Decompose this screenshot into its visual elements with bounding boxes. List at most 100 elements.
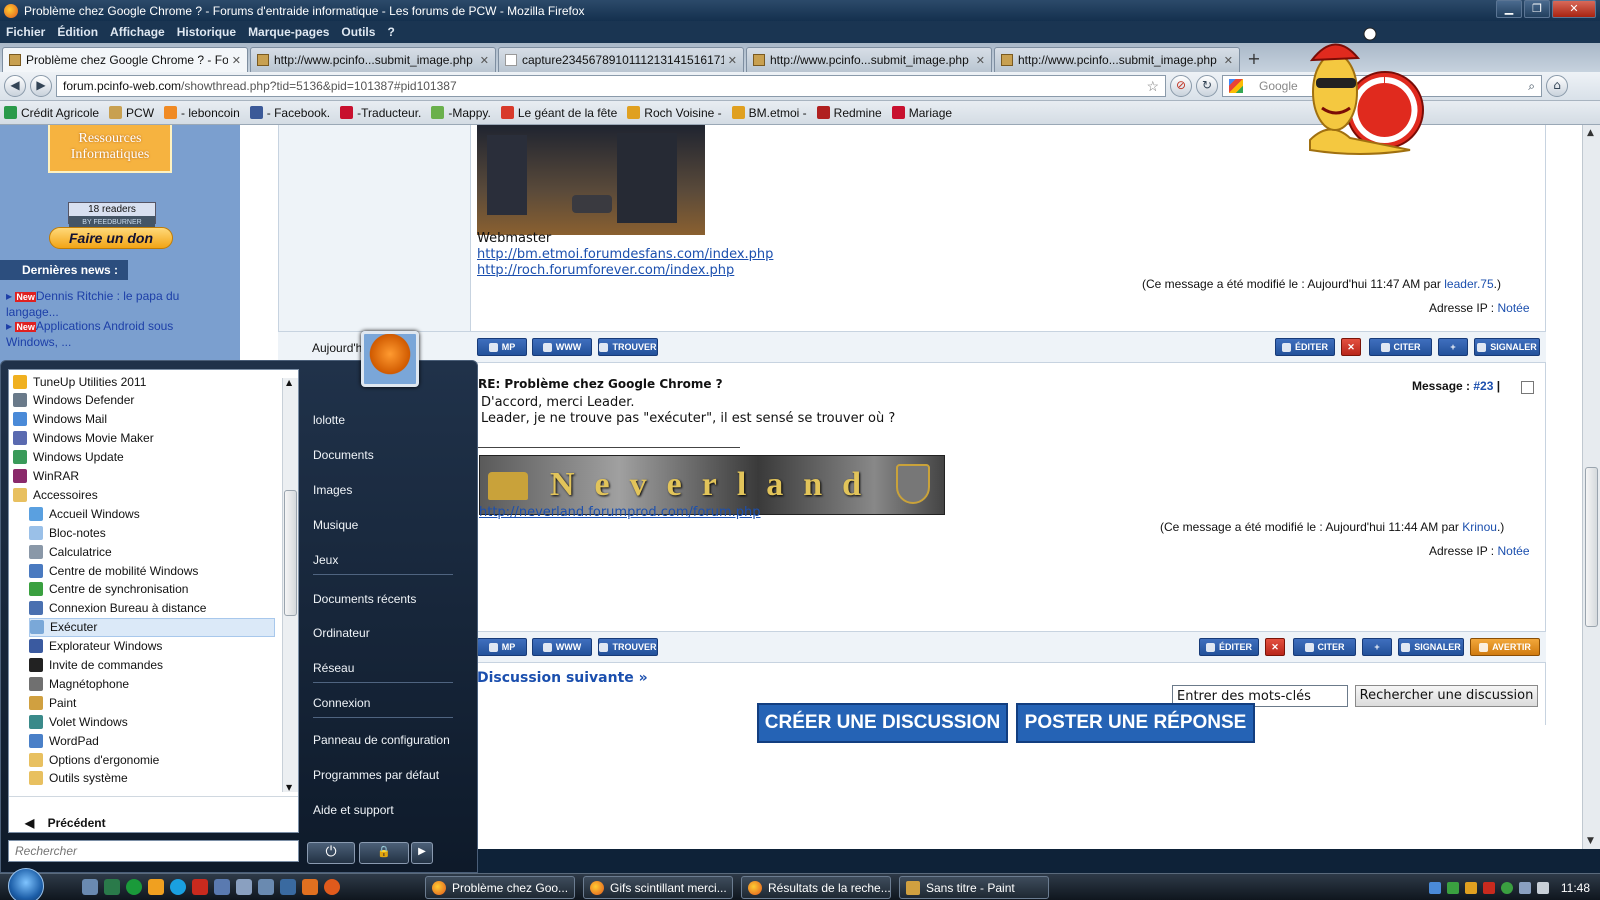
programs-scroll-thumb[interactable] [284,490,297,616]
bookmark-star-icon[interactable]: ☆ [1146,78,1159,95]
user-avatar[interactable] [361,331,419,387]
scroll-down-arrow-icon[interactable]: ▼ [286,783,292,792]
menu-fichier[interactable]: Fichier [6,25,45,39]
quicklaunch-icon[interactable] [258,879,274,895]
taskbar-clock[interactable]: 11:48 [1561,881,1590,895]
tray-icon[interactable] [1482,881,1495,894]
quicklaunch-icon[interactable] [148,879,164,895]
www-button[interactable]: WWW [532,338,592,356]
menu-outils[interactable]: Outils [341,25,375,39]
tray-icon[interactable] [1446,881,1459,894]
program-item[interactable]: Options d'ergonomie [29,750,275,769]
quicklaunch-icon[interactable] [280,879,296,895]
create-discussion-button[interactable]: CRÉER UNE DISCUSSION [757,703,1008,743]
start-right-item[interactable]: Documents [313,448,374,462]
signaler-button[interactable]: SIGNALER [1398,638,1464,656]
start-search-input[interactable] [8,840,299,862]
back-previous-button[interactable]: ◀ Précédent [25,816,106,830]
quicklaunch-icon[interactable] [126,879,142,895]
bookmark-item[interactable]: Redmine [816,106,882,120]
start-right-item[interactable]: Programmes par défaut [313,768,439,782]
www-button[interactable]: WWW [532,638,592,656]
network-icon[interactable] [1518,881,1531,894]
avertir-button[interactable]: AVERTIR [1470,638,1540,656]
start-right-item[interactable]: Ordinateur [313,626,370,640]
tray-icon[interactable] [1428,881,1441,894]
taskbar-item[interactable]: Problème chez Goo... [425,876,575,899]
quicklaunch-icon[interactable] [214,879,230,895]
signaler-button[interactable]: SIGNALER [1474,338,1540,356]
bookmark-item[interactable]: -Traducteur. [340,106,421,120]
bookmark-item[interactable]: Mariage [891,106,952,120]
multiquote-button[interactable]: + [1438,338,1468,356]
menu-help[interactable]: ? [387,25,394,39]
program-item[interactable]: Windows Mail [13,410,275,429]
start-right-item[interactable]: Musique [313,518,358,532]
scroll-down-arrow-icon[interactable]: ▼ [1587,836,1594,846]
multiquote-button[interactable]: + [1362,638,1392,656]
start-right-item[interactable]: lolotte [313,413,345,427]
menu-affichage[interactable]: Affichage [110,25,165,39]
bookmark-item[interactable]: Le géant de la fête [500,106,617,120]
modified-user-link[interactable]: leader.75 [1444,277,1493,291]
gmail-icon[interactable] [192,879,208,895]
program-item[interactable]: Exécuter [29,617,275,637]
tab-4[interactable]: http://www.pcinfo...submit_image.php ✕ [746,47,992,72]
tab-3[interactable]: capture2345678910111213141516171​8... ✕ [498,47,744,72]
signature-link-1[interactable]: http://bm.etmoi.forumdesfans.com/index.p… [477,247,773,262]
bookmark-item[interactable]: Roch Voisine - [627,106,722,120]
start-right-item[interactable]: Panneau de configuration [313,733,450,747]
start-right-item[interactable]: Aide et support [313,803,394,817]
search-discussion-button[interactable]: Rechercher une discussion [1355,685,1538,707]
editer-button[interactable]: ÉDITER [1199,638,1259,656]
start-right-item[interactable]: Images [313,483,352,497]
program-item[interactable]: Accueil Windows [29,504,275,523]
skype-icon[interactable] [170,879,186,895]
page-scrollbar[interactable]: ▲ ▼ [1582,125,1600,849]
home-button[interactable]: ⌂ [1546,75,1568,97]
program-item[interactable]: Magnétophone [29,674,275,693]
shutdown-options-button[interactable]: ▶ [411,842,433,864]
trouver-button[interactable]: TROUVER [598,638,658,656]
citer-button[interactable]: CITER [1293,638,1356,656]
program-item[interactable]: Centre de synchronisation [29,580,275,599]
program-item[interactable]: Windows Update [13,448,275,467]
editer-button[interactable]: ÉDITER [1275,338,1335,356]
firefox-icon[interactable] [324,879,340,895]
volume-icon[interactable] [1536,881,1549,894]
tab-close-icon[interactable]: ✕ [232,54,241,67]
page-scroll-thumb[interactable] [1585,467,1598,627]
lock-button[interactable]: 🔒 [359,842,409,864]
show-desktop-icon[interactable] [82,879,98,895]
menu-historique[interactable]: Historique [177,25,236,39]
tab-close-icon[interactable]: ✕ [480,54,489,67]
tab-close-icon[interactable]: ✕ [1224,54,1233,67]
tab-close-icon[interactable]: ✕ [976,54,985,67]
taskbar-item[interactable]: Résultats de la reche... [741,876,891,899]
start-right-item[interactable]: Connexion [313,696,370,710]
new-tab-button[interactable]: + [1242,48,1266,72]
forward-button[interactable]: ▶ [30,75,52,97]
program-item[interactable]: Calculatrice [29,542,275,561]
program-item[interactable]: Bloc-notes [29,523,275,542]
modified-user-link[interactable]: Krinou [1462,520,1497,534]
news-item[interactable]: ▸ NewDennis Ritchie : le papa du langage… [6,289,202,320]
power-button[interactable]: ⏻ [307,842,355,864]
neverland-link[interactable]: http://neverland.forumprod.com/forum.php [479,505,761,520]
next-discussion-link[interactable]: Discussion suivante » [477,670,648,686]
tray-icon[interactable] [1464,881,1477,894]
ressources-informatiques-logo[interactable]: Ressources Informatiques [48,125,172,173]
citer-button[interactable]: CITER [1369,338,1432,356]
program-item[interactable]: Invite de commandes [29,656,275,675]
search-icon[interactable]: ⌕ [1528,79,1535,94]
quicklaunch-icon[interactable] [302,879,318,895]
program-item[interactable]: WordPad [29,731,275,750]
program-item[interactable]: Connexion Bureau à distance [29,599,275,618]
taskbar-item[interactable]: Sans titre - Paint [899,876,1049,899]
maximize-button[interactable]: ❐ [1524,0,1550,18]
start-right-item[interactable]: Réseau [313,661,354,675]
tab-2[interactable]: http://www.pcinfo...submit_image.php ✕ [250,47,496,72]
tab-1[interactable]: Problème chez Google Chrome ? - Fo... ✕ [2,47,248,72]
tray-icon[interactable] [1500,881,1513,894]
menu-edition[interactable]: Édition [57,25,98,39]
